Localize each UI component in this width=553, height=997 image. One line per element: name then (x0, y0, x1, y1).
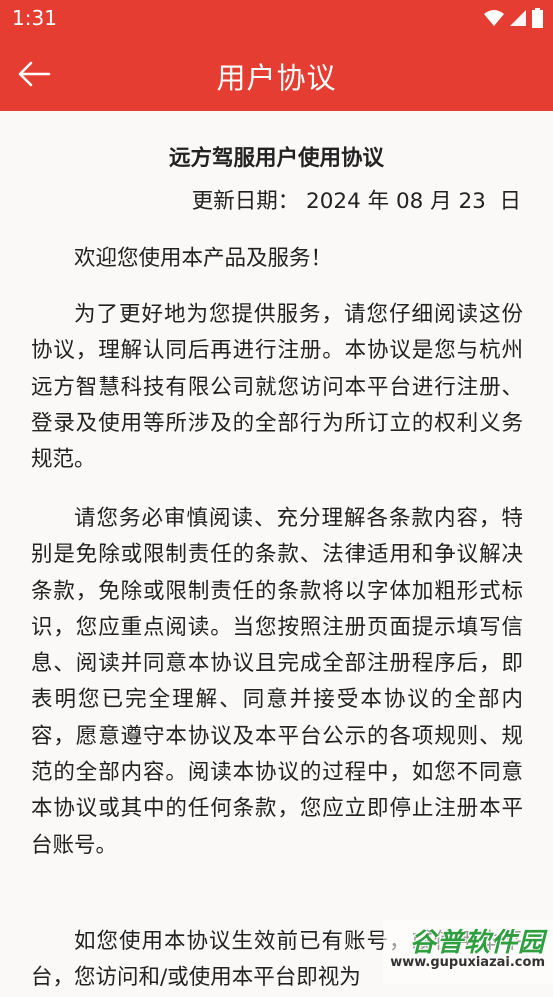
status-time: 1:31 (12, 6, 57, 30)
wifi-icon (484, 10, 504, 26)
agreement-content[interactable]: 远方驾服用户使用协议 更新日期： 2024 年 08 月 23 日 欢迎您使用本… (0, 111, 553, 990)
signal-icon (510, 10, 526, 26)
welcome-paragraph: 欢迎您使用本产品及服务！ (74, 246, 333, 271)
app-bar: 1:31 用户协议 (0, 0, 553, 111)
page-title: 用户协议 (216, 61, 337, 95)
battery-icon (532, 8, 543, 28)
watermark-title: 谷普软件园 (409, 928, 545, 958)
paragraph-1: 为了更好地为您提供服务，请您仔细阅读这份协议，理解认同后再进行注册。本协议是您与… (31, 302, 523, 473)
paragraph-2: 请您务必审慎阅读、充分理解各条款内容，特别是免除或限制责任的条款、法律适用和争议… (31, 506, 523, 858)
watermark-url: www.gupuxiazai.com (390, 955, 545, 970)
update-date: 更新日期： 2024 年 08 月 23 日 (191, 189, 521, 214)
status-bar: 1:31 (0, 0, 553, 36)
status-icons (484, 8, 543, 28)
watermark-logo: 谷普软件园 www.gupuxiazai.com (383, 920, 553, 984)
document-title: 远方驾服用户使用协议 (168, 146, 384, 171)
toolbar: 用户协议 (0, 36, 553, 111)
